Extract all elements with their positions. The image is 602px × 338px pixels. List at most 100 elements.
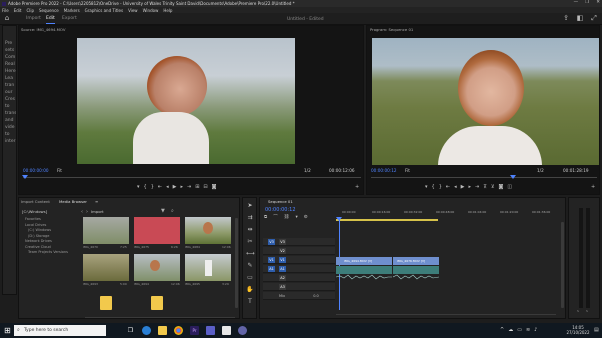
linked-selection-icon[interactable]: ⛓ <box>284 215 290 220</box>
mark-out-icon[interactable]: } <box>439 184 442 190</box>
timeline-timecode[interactable]: 00:00:00:12 <box>265 207 296 213</box>
step-back-icon[interactable]: ◂ <box>166 184 169 190</box>
rectangle-tool-icon[interactable]: ▭ <box>246 274 254 282</box>
play-icon[interactable]: ▶ <box>173 184 177 190</box>
source-fit-select[interactable]: Fit <box>57 168 62 173</box>
quick-export-icon[interactable]: ⇪ <box>562 14 570 22</box>
timeline-zoom-scrollbar[interactable] <box>336 312 556 315</box>
timeline-sequence-tab[interactable]: Sequence 01 <box>268 199 293 204</box>
track-header-a3[interactable]: A3 <box>263 283 335 291</box>
chrome-icon[interactable] <box>174 326 183 335</box>
track-target-a3[interactable]: A3 <box>279 284 286 290</box>
tab-import-content[interactable]: Import Content <box>21 199 50 204</box>
menu-edit[interactable]: Edit <box>14 8 22 13</box>
location-select[interactable]: [C:\Windows] <box>22 209 47 214</box>
menu-window[interactable]: Window <box>143 8 159 13</box>
track-header-a1[interactable]: A1 A1 <box>263 265 335 273</box>
windows-start-icon[interactable]: ⊞ <box>4 326 13 335</box>
source-scrub-bar[interactable] <box>23 175 361 178</box>
marker-icon[interactable]: ▾ <box>137 184 140 190</box>
track-header-v2[interactable]: V2 <box>263 247 335 255</box>
add-marker-icon[interactable]: ▾ <box>295 215 297 220</box>
import-checkbox[interactable]: Import <box>91 209 104 214</box>
filter-icon[interactable]: ▼ <box>161 208 165 214</box>
media-scrollbar[interactable] <box>235 218 238 308</box>
export-frame-icon[interactable]: ◙ <box>212 184 217 190</box>
track-target-v1[interactable]: V1 <box>279 257 286 263</box>
slip-tool-icon[interactable]: ⟷ <box>246 250 255 258</box>
export-frame-icon[interactable]: ◙ <box>499 184 504 190</box>
source-resolution-select[interactable]: 1/2 <box>304 168 311 173</box>
snap-icon[interactable]: ⌒ <box>273 214 278 220</box>
track-target-v3[interactable]: V3 <box>279 239 286 245</box>
wifi-icon[interactable]: ≋ <box>526 327 530 333</box>
track-target-a2[interactable]: A2 <box>279 275 286 281</box>
nest-icon[interactable]: ⧉ <box>264 214 267 220</box>
close-button[interactable]: ✕ <box>596 0 600 5</box>
home-icon[interactable]: ⌂ <box>3 14 11 22</box>
mark-in-icon[interactable]: { <box>144 184 147 190</box>
menu-sequence[interactable]: Sequence <box>39 8 59 13</box>
lift-icon[interactable]: ⊼ <box>483 184 487 190</box>
source-patch-a1[interactable]: A1 <box>268 266 275 272</box>
menu-help[interactable]: Help <box>163 8 172 13</box>
track-target-a1[interactable]: A1 <box>279 266 286 272</box>
track-header-v3[interactable]: V3 V3 <box>263 238 335 246</box>
program-video-frame[interactable] <box>372 38 599 165</box>
mix-value[interactable]: 0.0 <box>311 293 321 299</box>
play-icon[interactable]: ▶ <box>461 184 465 190</box>
track-header-a2[interactable]: A2 <box>263 274 335 282</box>
source-patch-v1[interactable]: V1 <box>268 257 275 263</box>
menu-markers[interactable]: Markers <box>64 8 80 13</box>
panel-menu-icon[interactable]: ≡ <box>95 199 98 204</box>
thumbnail-item[interactable] <box>83 254 129 281</box>
program-resolution-select[interactable]: 1/2 <box>537 168 544 173</box>
menu-file[interactable]: File <box>2 8 9 13</box>
thumbnail-item[interactable] <box>185 217 231 244</box>
selection-tool-icon[interactable]: ➤ <box>246 202 254 210</box>
hand-tool-icon[interactable]: ✋ <box>246 286 254 294</box>
workspace-icon[interactable]: ◧ <box>576 14 584 22</box>
audio-clip[interactable] <box>392 266 440 280</box>
timeline-scrollbar[interactable] <box>561 222 564 308</box>
task-view-icon[interactable]: ❒ <box>126 326 135 335</box>
battery-icon[interactable]: ▭ <box>517 327 522 333</box>
taskbar-search-box[interactable]: ⌕ Type here to search <box>14 325 106 336</box>
menu-view[interactable]: View <box>128 8 138 13</box>
teams-icon[interactable] <box>206 326 215 335</box>
tree-team-projects[interactable]: Team Projects Versions <box>25 250 68 256</box>
source-monitor-title[interactable]: Source: IMG_4694.MOV <box>21 27 65 32</box>
pen-tool-icon[interactable]: ✎ <box>246 262 254 270</box>
tab-export[interactable]: Export <box>62 16 77 21</box>
marker-icon[interactable]: ▾ <box>425 184 428 190</box>
go-to-out-icon[interactable]: ⇥ <box>475 184 479 190</box>
taskbar-clock[interactable]: 14:05 27/10/2022 <box>565 325 591 335</box>
track-header-mix[interactable]: Mix 0.0 <box>263 292 335 300</box>
timeline-settings-icon[interactable]: ⚙ <box>304 215 308 220</box>
tab-import[interactable]: Import <box>26 16 41 21</box>
go-to-in-icon[interactable]: ⇤ <box>446 184 450 190</box>
minimize-button[interactable]: — <box>574 0 579 5</box>
razor-tool-icon[interactable]: ✂ <box>246 238 254 246</box>
meter-solo-l[interactable]: S <box>577 309 579 313</box>
edge-icon[interactable] <box>142 326 151 335</box>
thumbnail-zoom-slider[interactable] <box>85 315 235 318</box>
add-button-icon[interactable]: + <box>355 184 359 190</box>
network-icon[interactable]: ☁ <box>508 327 513 333</box>
thumbnail-item[interactable] <box>185 254 231 281</box>
meter-solo-r[interactable]: S <box>586 309 588 313</box>
extract-icon[interactable]: ⊻ <box>491 184 495 190</box>
nav-forward-icon[interactable]: › <box>86 209 88 215</box>
notification-icon[interactable]: ▤ <box>594 327 599 333</box>
premiere-taskbar-icon[interactable]: Pr <box>190 326 199 335</box>
source-patch-v3[interactable]: V3 <box>268 239 275 245</box>
mark-out-icon[interactable]: } <box>151 184 154 190</box>
go-to-out-icon[interactable]: ⇥ <box>187 184 191 190</box>
fullscreen-icon[interactable]: ⤢ <box>590 14 598 22</box>
thumbnail-item[interactable] <box>134 217 180 244</box>
program-playhead[interactable] <box>510 175 516 179</box>
thumbnail-item[interactable] <box>83 217 129 244</box>
source-playhead[interactable] <box>22 175 28 179</box>
overwrite-icon[interactable]: ⊟ <box>203 184 207 190</box>
mark-in-icon[interactable]: { <box>432 184 435 190</box>
